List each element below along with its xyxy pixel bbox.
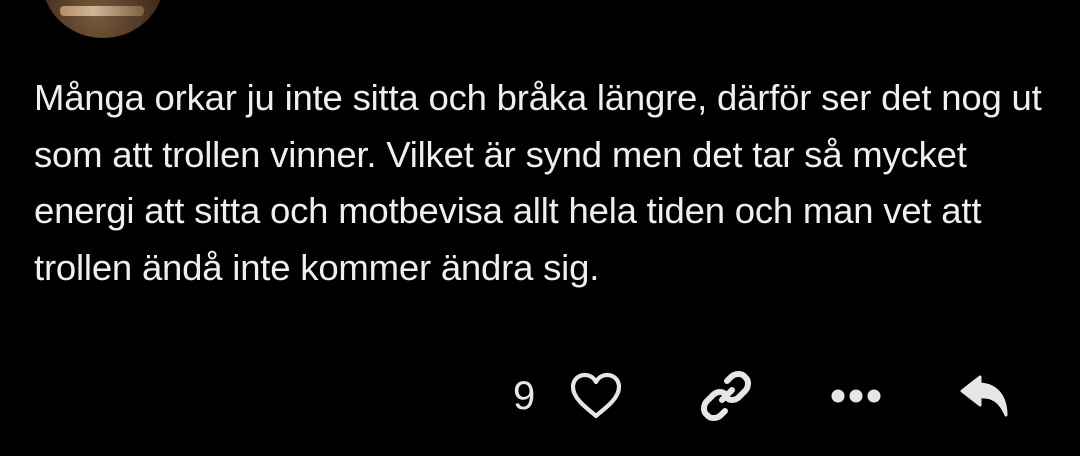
avatar[interactable]: [42, 0, 164, 38]
link-icon: [701, 371, 751, 421]
copy-link-button[interactable]: [696, 368, 756, 424]
more-options-button[interactable]: [826, 368, 886, 424]
reply-button[interactable]: [956, 368, 1016, 424]
avatar-image-detail: [60, 6, 144, 16]
post-body-text: Många orkar ju inte sitta och bråka läng…: [34, 77, 1042, 288]
heart-icon: [570, 372, 622, 419]
like-button[interactable]: [566, 368, 626, 424]
like-count: 9: [513, 374, 536, 418]
post-actions-bar: 9: [0, 368, 1080, 428]
ellipsis-icon: [831, 389, 881, 403]
reply-arrow-icon: [960, 375, 1008, 417]
